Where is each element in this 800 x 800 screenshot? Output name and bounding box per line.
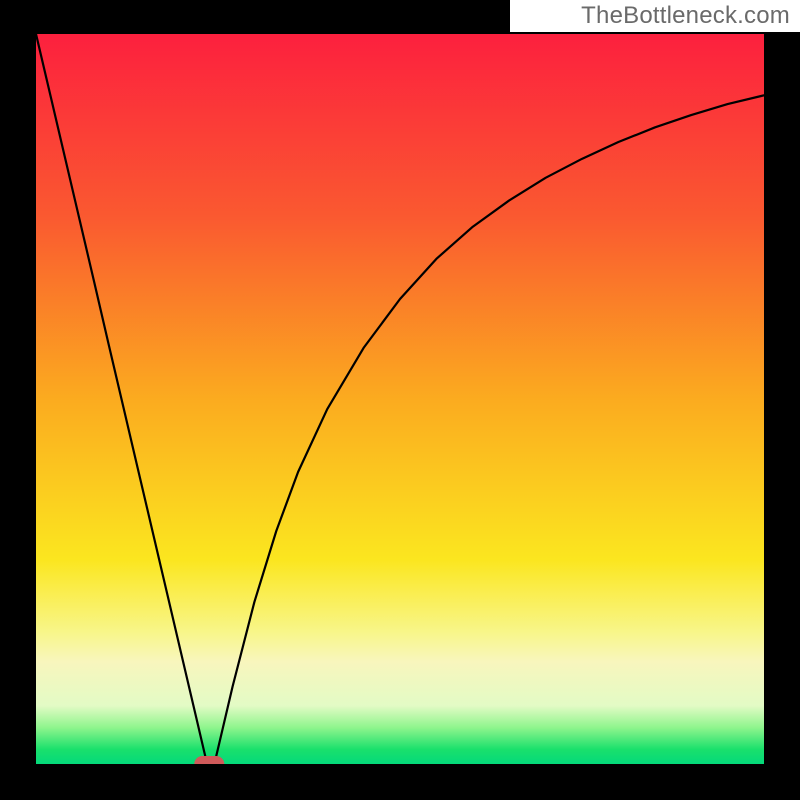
bottleneck-chart xyxy=(0,0,800,800)
watermark-text: TheBottleneck.com xyxy=(581,2,790,30)
gradient-background xyxy=(36,34,764,764)
chart-container: TheBottleneck.com xyxy=(0,0,800,800)
